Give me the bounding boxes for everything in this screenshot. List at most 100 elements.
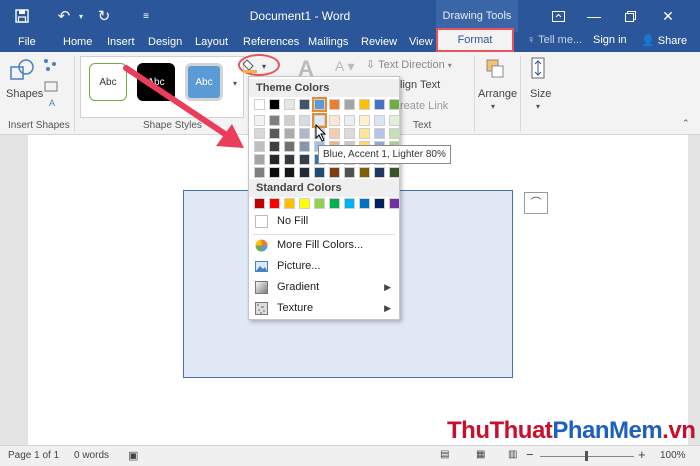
page-count[interactable]: Page 1 of 1	[8, 450, 59, 461]
standard-color-swatch[interactable]	[314, 198, 325, 209]
theme-shade-swatch[interactable]	[299, 115, 310, 126]
shapes-icon[interactable]	[10, 58, 36, 84]
theme-shade-swatch[interactable]	[299, 128, 310, 139]
web-layout-icon[interactable]: ▥	[508, 449, 517, 460]
theme-shade-swatch[interactable]	[359, 115, 370, 126]
theme-shade-swatch[interactable]	[269, 115, 280, 126]
zoom-in-icon[interactable]: +	[638, 447, 646, 462]
align-text-button[interactable]: lign Text	[400, 79, 440, 91]
more-fill-colors-item[interactable]: More Fill Colors...	[249, 235, 399, 256]
theme-shade-swatch[interactable]	[299, 154, 310, 165]
zoom-level[interactable]: 100%	[660, 450, 686, 461]
share-button[interactable]: 👤 Share	[641, 34, 687, 47]
theme-shade-swatch[interactable]	[329, 167, 340, 178]
theme-shade-swatch[interactable]	[299, 167, 310, 178]
theme-shade-swatch[interactable]	[254, 154, 265, 165]
theme-shade-swatch[interactable]	[374, 128, 385, 139]
theme-shade-swatch[interactable]	[329, 115, 340, 126]
read-mode-icon[interactable]: ▤	[440, 449, 449, 460]
collapse-ribbon-icon[interactable]: ⌃	[682, 118, 690, 129]
theme-shade-swatch[interactable]	[254, 167, 265, 178]
theme-color-swatch[interactable]	[312, 97, 327, 112]
print-layout-icon[interactable]: ▦	[476, 449, 485, 460]
word-count[interactable]: 0 words	[74, 450, 109, 461]
sign-in-link[interactable]: Sign in	[593, 34, 627, 46]
texture-item[interactable]: Texture ▶	[249, 298, 399, 319]
theme-shade-swatch[interactable]	[284, 141, 295, 152]
size-dropdown-icon[interactable]: ▾	[536, 102, 540, 111]
theme-shade-swatch[interactable]	[269, 154, 280, 165]
layout-options-icon[interactable]: ⌒	[524, 192, 548, 214]
ribbon-display-options-icon[interactable]	[540, 0, 576, 32]
tab-mailings[interactable]: Mailings	[308, 34, 348, 50]
undo-dropdown-icon[interactable]: ▾	[76, 4, 86, 28]
tab-references[interactable]: References	[243, 34, 299, 50]
tab-layout[interactable]: Layout	[195, 34, 228, 50]
theme-color-swatch[interactable]	[344, 99, 355, 110]
standard-color-swatch[interactable]	[284, 198, 295, 209]
text-outline-icon[interactable]: A ▾	[335, 58, 354, 75]
size-label[interactable]: Size	[530, 88, 551, 100]
tab-format[interactable]: Format	[436, 28, 514, 52]
theme-shade-swatch[interactable]	[389, 128, 400, 139]
tell-me-box[interactable]: ♀ Tell me...	[527, 34, 582, 46]
text-direction-button[interactable]: ⇩ Text Direction ▾	[366, 58, 452, 71]
standard-color-swatch[interactable]	[299, 198, 310, 209]
theme-shade-swatch[interactable]	[344, 128, 355, 139]
standard-color-swatch[interactable]	[254, 198, 265, 209]
tab-file[interactable]: File	[18, 34, 36, 50]
theme-shade-swatch[interactable]	[374, 115, 385, 126]
theme-color-swatch[interactable]	[359, 99, 370, 110]
theme-shade-swatch[interactable]	[269, 141, 280, 152]
create-link-button[interactable]: reate Link	[400, 100, 448, 112]
arrange-dropdown-icon[interactable]: ▾	[491, 102, 495, 111]
theme-shade-swatch[interactable]	[389, 115, 400, 126]
arrange-label[interactable]: Arrange	[478, 88, 517, 100]
minimize-icon[interactable]: —	[576, 0, 612, 32]
close-icon[interactable]: ✕	[650, 0, 686, 32]
size-icon[interactable]	[528, 56, 548, 80]
theme-color-swatch[interactable]	[329, 99, 340, 110]
zoom-slider-thumb[interactable]	[585, 451, 588, 461]
tab-design[interactable]: Design	[148, 34, 182, 50]
standard-color-swatch[interactable]	[344, 198, 355, 209]
save-icon[interactable]	[10, 4, 34, 28]
theme-color-swatch[interactable]	[299, 99, 310, 110]
theme-shade-swatch[interactable]	[254, 141, 265, 152]
tab-home[interactable]: Home	[63, 34, 92, 50]
arrange-icon[interactable]	[485, 58, 505, 80]
theme-color-swatch[interactable]	[389, 99, 400, 110]
customize-qat-icon[interactable]: ≡	[138, 4, 154, 28]
standard-color-swatch[interactable]	[329, 198, 340, 209]
restore-icon[interactable]	[612, 0, 648, 32]
theme-shade-swatch[interactable]	[359, 128, 370, 139]
theme-color-swatch[interactable]	[374, 99, 385, 110]
theme-shade-swatch[interactable]	[314, 167, 325, 178]
theme-shade-swatch[interactable]	[284, 154, 295, 165]
theme-shade-swatch[interactable]	[269, 167, 280, 178]
theme-shade-swatch[interactable]	[254, 115, 265, 126]
theme-shade-swatch[interactable]	[299, 141, 310, 152]
standard-color-swatch[interactable]	[269, 198, 280, 209]
proofing-icon[interactable]: ▣	[128, 449, 138, 462]
tab-insert[interactable]: Insert	[107, 34, 135, 50]
theme-shade-swatch[interactable]	[329, 128, 340, 139]
theme-shade-swatch[interactable]	[284, 115, 295, 126]
theme-shade-swatch[interactable]	[284, 167, 295, 178]
standard-color-swatch[interactable]	[374, 198, 385, 209]
standard-color-swatch[interactable]	[359, 198, 370, 209]
gradient-item[interactable]: Gradient ▶	[249, 277, 399, 298]
standard-color-swatch[interactable]	[389, 198, 400, 209]
no-fill-item[interactable]: No Fill	[249, 211, 399, 232]
theme-color-swatch[interactable]	[269, 99, 280, 110]
theme-shade-swatch[interactable]	[389, 167, 400, 178]
zoom-out-icon[interactable]: −	[526, 447, 534, 462]
edit-shape-icons[interactable]: A	[42, 56, 66, 116]
theme-shade-swatch[interactable]	[374, 167, 385, 178]
theme-shade-swatch[interactable]	[269, 128, 280, 139]
picture-item[interactable]: Picture...	[249, 256, 399, 277]
theme-color-swatch[interactable]	[254, 99, 265, 110]
redo-icon[interactable]: ↻	[92, 4, 116, 28]
tab-review[interactable]: Review	[361, 34, 397, 50]
theme-shade-swatch[interactable]	[344, 115, 355, 126]
